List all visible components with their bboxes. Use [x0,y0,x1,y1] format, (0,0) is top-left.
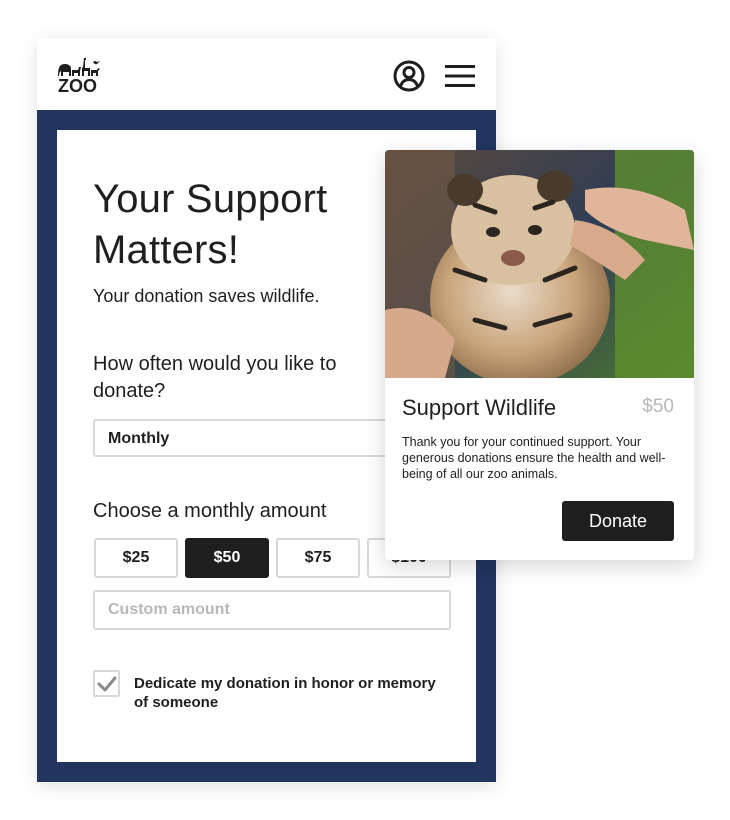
dedicate-checkbox[interactable] [93,670,120,697]
frequency-label: How often would you like to donate? [93,353,337,402]
custom-amount-input[interactable]: Custom amount [93,590,451,630]
amount-option-50[interactable]: $50 [185,538,269,578]
logo-text: ZOO [58,76,97,96]
page-subtitle: Your donation saves wildlife. [93,286,320,306]
user-circle-icon[interactable] [393,60,425,92]
amount-option-75[interactable]: $75 [276,538,360,578]
dedicate-label: Dedicate my donation in honor or memory … [134,675,436,711]
support-wildlife-card: Support Wildlife $50 Thank you for your … [385,150,694,560]
popup-title: Support Wildlife [402,395,557,420]
amount-option-25[interactable]: $25 [94,538,178,578]
animals-silhouette-icon [58,58,100,76]
amount-label: Choose a monthly amount [93,500,327,522]
tiger-cub-photo [385,150,694,378]
top-nav-bar: ZOO [37,38,496,110]
donate-button[interactable]: Donate [562,501,674,541]
zoo-logo[interactable]: ZOO [57,56,101,96]
checkmark-icon [97,676,117,692]
hamburger-menu-icon[interactable] [444,64,476,88]
popup-price: $50 [642,396,674,417]
page-title: Your Support Matters! [93,177,328,272]
popup-description: Thank you for your continued support. Yo… [402,435,666,481]
